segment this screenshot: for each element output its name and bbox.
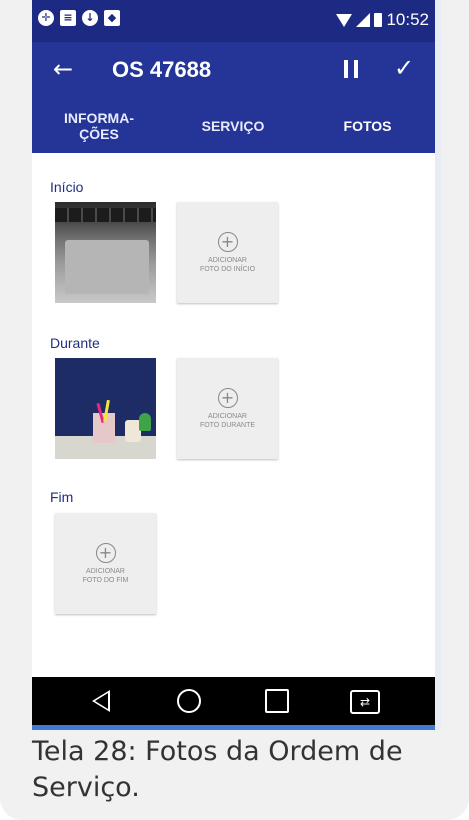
page-title: OS 47688 <box>112 57 212 82</box>
tab-fotos-label: FOTOS <box>343 117 392 134</box>
add-photo-durante-button[interactable]: + ADICIONAR FOTO DURANTE <box>177 358 278 459</box>
status-left-icons: ✛ ≡ ↓ ◆ <box>38 10 120 26</box>
check-icon[interactable]: ✓ <box>394 54 414 82</box>
phone-screen: ✛ ≡ ↓ ◆ 10:52 ← OS 47688 ✓ INFORMA- ÇÕES <box>32 0 435 730</box>
nav-home-icon[interactable] <box>177 689 201 713</box>
tab-servico-label: SERVIÇO <box>201 117 265 134</box>
system-nav-bar: ⇄ <box>32 677 435 725</box>
tab-informacoes-label: INFORMA- ÇÕES <box>64 109 134 142</box>
page-edge-strip <box>435 0 441 730</box>
figure-caption: Tela 28: Fotos da Ordem de Serviço. <box>32 736 403 803</box>
keyboard-image-detail <box>55 208 156 222</box>
photos-content: Início + ADICIONAR FOTO DO INÍCIO Durant… <box>32 153 435 677</box>
screen-rotate-icon[interactable]: ⇄ <box>350 690 380 714</box>
app-bar: ← OS 47688 ✓ <box>32 42 435 98</box>
pause-icon[interactable] <box>344 60 358 78</box>
tab-informacoes[interactable]: INFORMA- ÇÕES <box>32 98 166 153</box>
section-label-inicio: Início <box>50 179 84 195</box>
add-photo-durante-label: ADICIONAR FOTO DURANTE <box>199 412 256 429</box>
section-label-durante: Durante <box>50 335 100 351</box>
status-right-icons: 10:52 <box>336 10 429 30</box>
android-icon: ◆ <box>104 10 120 26</box>
add-photo-inicio-label: ADICIONAR FOTO DO INÍCIO <box>199 256 256 273</box>
tab-bar: INFORMA- ÇÕES SERVIÇO FOTOS <box>32 98 435 251</box>
add-circle-icon: + <box>95 542 116 563</box>
plant-image-detail <box>139 413 151 431</box>
menu-icon: ≡ <box>60 10 76 26</box>
nav-back-icon[interactable] <box>92 690 110 712</box>
section-label-fim: Fim <box>50 489 74 505</box>
tab-servico[interactable]: SERVIÇO <box>166 98 300 153</box>
screenshot-frame: ✛ ≡ ↓ ◆ 10:52 ← OS 47688 ✓ INFORMA- ÇÕES <box>0 0 469 820</box>
tool-icon: ✛ <box>38 10 54 26</box>
add-photo-fim-label: ADICIONAR FOTO DO FIM <box>82 567 129 584</box>
status-time: 10:52 <box>386 10 429 29</box>
arrow-back-icon[interactable]: ← <box>50 56 76 82</box>
battery-icon <box>374 13 383 27</box>
photo-thumbnail-inicio[interactable] <box>55 202 156 303</box>
nav-bottom-strip <box>32 725 435 730</box>
photo-thumbnail-durante[interactable] <box>55 358 156 459</box>
touchpad-image-detail <box>65 240 149 294</box>
add-circle-icon: + <box>217 231 238 252</box>
download-icon: ↓ <box>82 10 98 26</box>
add-photo-inicio-button[interactable]: + ADICIONAR FOTO DO INÍCIO <box>177 202 278 303</box>
add-photo-fim-button[interactable]: + ADICIONAR FOTO DO FIM <box>55 513 156 614</box>
nav-recents-icon[interactable] <box>265 689 289 713</box>
signal-icon <box>356 13 371 27</box>
tab-fotos[interactable]: FOTOS <box>300 98 435 153</box>
status-bar: ✛ ≡ ↓ ◆ 10:52 <box>32 0 435 42</box>
add-circle-icon: + <box>217 387 238 408</box>
wifi-icon <box>336 13 353 27</box>
